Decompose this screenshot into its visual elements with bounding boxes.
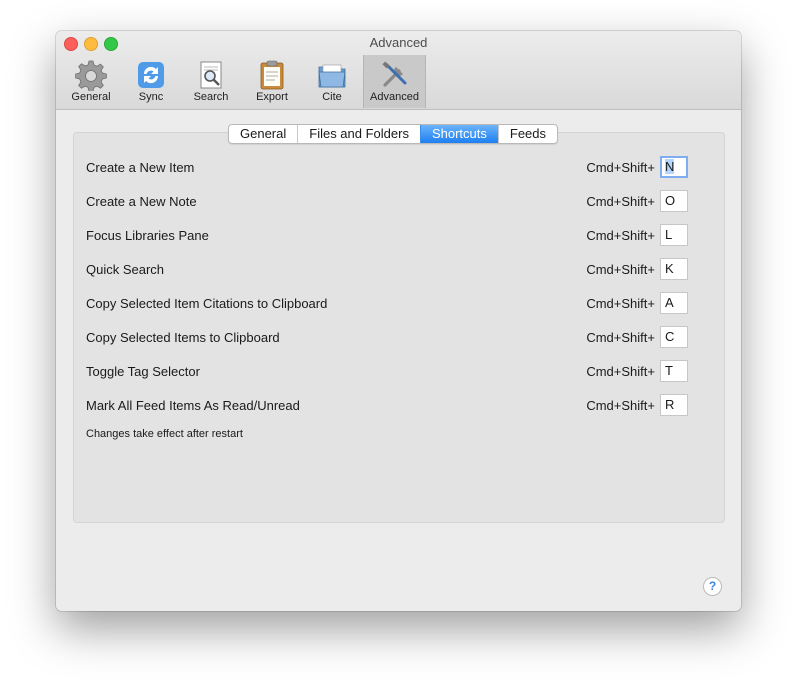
shortcut-row: Create a New Item Cmd+Shift+ N [86, 156, 716, 180]
shortcut-label: Copy Selected Items to Clipboard [86, 330, 280, 345]
preferences-tabs: General Files and Folders Shortcuts Feed… [228, 124, 559, 144]
shortcut-label: Focus Libraries Pane [86, 228, 209, 243]
shortcut-row: Quick Search Cmd+Shift+ K [86, 258, 716, 282]
folder-icon [318, 64, 346, 88]
shortcut-key-field[interactable]: A [660, 292, 688, 314]
shortcut-key-field[interactable]: L [660, 224, 688, 246]
restart-note: Changes take effect after restart [86, 428, 243, 440]
shortcut-label: Create a New Item [86, 160, 195, 175]
toolbar-advanced-button[interactable]: Advanced [363, 55, 426, 108]
search-document-icon [200, 61, 222, 89]
shortcut-label: Copy Selected Item Citations to Clipboar… [86, 296, 328, 311]
shortcut-row: Focus Libraries Pane Cmd+Shift+ L [86, 224, 716, 248]
toolbar-sync-button[interactable]: Sync [126, 55, 176, 108]
shortcut-key-field[interactable]: T [660, 360, 688, 382]
toolbar-search-button[interactable]: Search [186, 55, 236, 108]
shortcut-modifier: Cmd+Shift+ [586, 330, 655, 345]
shortcut-row: Copy Selected Item Citations to Clipboar… [86, 292, 716, 316]
shortcut-key-field[interactable]: R [660, 394, 688, 416]
tab-general[interactable]: General [229, 125, 297, 143]
shortcut-modifier: Cmd+Shift+ [586, 398, 655, 413]
toolbar-label: Cite [322, 91, 342, 103]
toolbar-label: Export [256, 91, 288, 103]
shortcut-label: Quick Search [86, 262, 165, 277]
clipboard-icon [260, 60, 284, 90]
shortcut-modifier: Cmd+Shift+ [586, 262, 655, 277]
toolbar-label: General [71, 91, 111, 103]
shortcut-modifier: Cmd+Shift+ [586, 228, 655, 243]
shortcut-row: Toggle Tag Selector Cmd+Shift+ T [86, 360, 716, 384]
shortcut-modifier: Cmd+Shift+ [586, 194, 655, 209]
toolbar-cite-button[interactable]: Cite [307, 55, 357, 108]
gear-icon [75, 60, 107, 91]
help-button[interactable]: ? [703, 577, 722, 596]
toolbar: Advanced General Sync Search Export Cite… [56, 31, 741, 110]
shortcut-row: Copy Selected Items to Clipboard Cmd+Shi… [86, 326, 716, 350]
toolbar-label: Advanced [370, 91, 419, 103]
sync-icon [138, 62, 164, 88]
toolbar-general-button[interactable]: General [66, 55, 116, 108]
shortcut-modifier: Cmd+Shift+ [586, 364, 655, 379]
tab-files-and-folders[interactable]: Files and Folders [297, 125, 420, 143]
shortcut-row: Create a New Note Cmd+Shift+ O [86, 190, 716, 214]
shortcut-label: Create a New Note [86, 194, 197, 209]
shortcut-key-field[interactable]: C [660, 326, 688, 348]
shortcut-key-field[interactable]: K [660, 258, 688, 280]
toolbar-label: Search [193, 91, 229, 103]
shortcut-modifier: Cmd+Shift+ [586, 160, 655, 175]
shortcut-modifier: Cmd+Shift+ [586, 296, 655, 311]
shortcut-key-field[interactable]: N [660, 156, 688, 178]
window-title: Advanced [369, 35, 428, 50]
preferences-window: Advanced General Sync Search Export Cite… [56, 31, 741, 611]
toolbar-label: Sync [138, 91, 164, 103]
shortcut-label: Toggle Tag Selector [86, 364, 200, 379]
shortcut-label: Mark All Feed Items As Read/Unread [86, 398, 300, 413]
tools-icon [381, 61, 406, 87]
tab-shortcuts[interactable]: Shortcuts [419, 125, 498, 143]
tab-feeds[interactable]: Feeds [497, 125, 557, 143]
toolbar-export-button[interactable]: Export [246, 55, 298, 108]
shortcut-key-field[interactable]: O [660, 190, 688, 212]
shortcut-row: Mark All Feed Items As Read/Unread Cmd+S… [86, 394, 716, 418]
